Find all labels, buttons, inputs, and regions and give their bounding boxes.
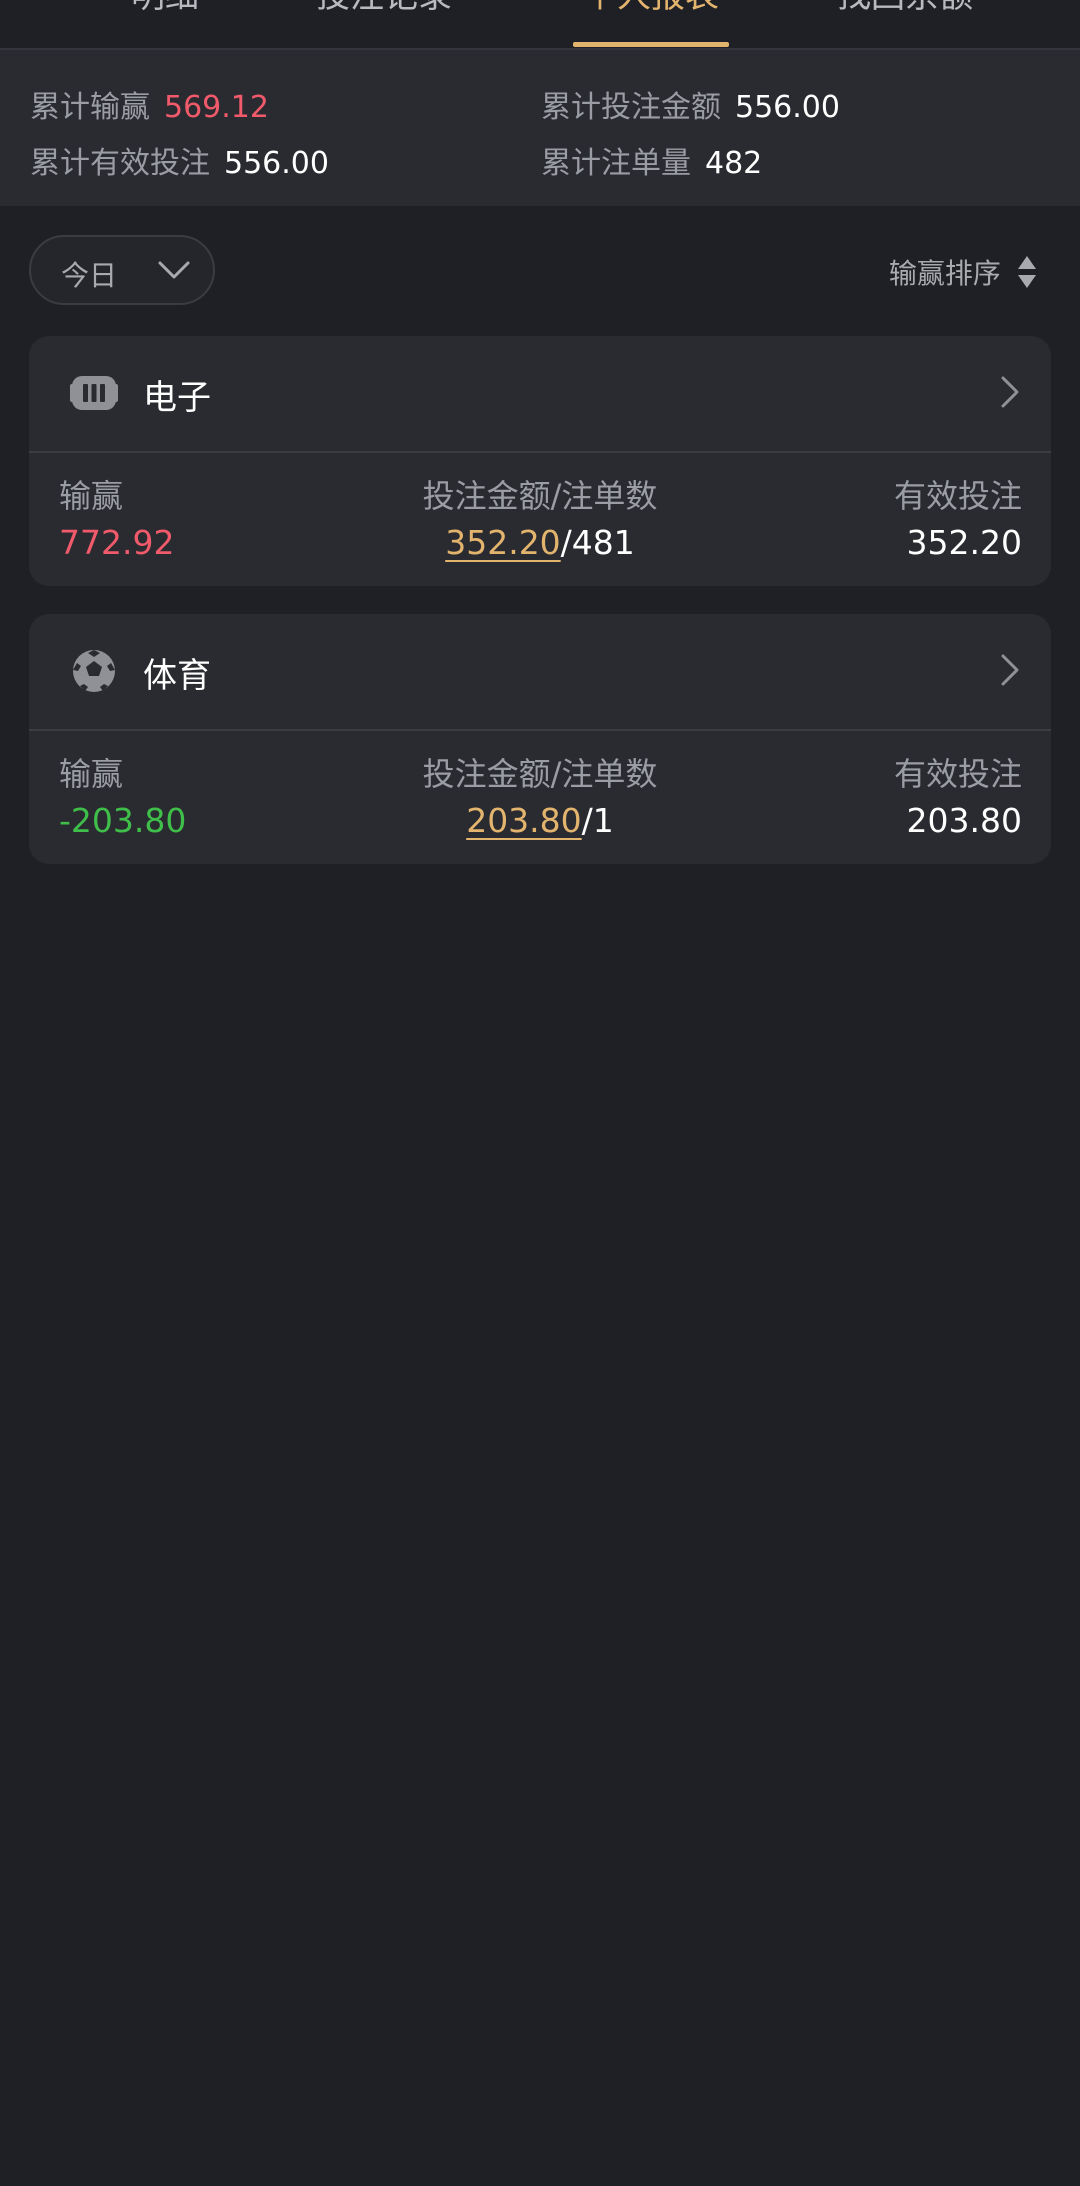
sort-arrows-icon [1018,256,1036,288]
summary-panel: 累计输赢 569.12 累计投注金额 556.00 累计有效投注 556.00 累计注… [0,50,1080,206]
tab-personal-report[interactable]: 个人报表 [583,0,719,17]
date-filter-label: 今日 [61,259,118,292]
summary-total-orders: 累计注单量 482 [541,138,762,182]
stat-value: -203.80 [59,801,187,840]
summary-value: 556.00 [224,146,329,181]
stat-label: 投注金额/注单数 [422,755,658,793]
summary-label: 累计注单量 [541,146,691,181]
summary-total-win-loss: 累计输赢 569.12 [30,82,269,126]
stat-label: 输赢 [59,755,124,793]
stat-label: 有效投注 [893,477,1022,515]
stat-label: 有效投注 [893,755,1022,793]
summary-total-valid-bet: 累计有效投注 556.00 [30,138,329,182]
stat-label: 输赢 [59,477,124,515]
summary-value: 556.00 [735,90,840,125]
soccer-ball-icon [73,650,115,692]
card-header[interactable]: 体育 [29,614,1051,731]
stat-value: 352.20 [906,523,1022,562]
bet-amount-link[interactable]: 203.80 [466,801,581,840]
active-tab-indicator [573,42,729,47]
order-count: /1 [581,801,614,840]
win-loss-stat: 输赢 -203.80 [59,749,186,840]
stat-value: 203.80 [906,801,1022,840]
bet-amount-stat: 投注金额/注单数 352.20/481 [423,471,658,562]
chevron-right-icon [1001,376,1019,408]
date-filter-dropdown[interactable]: 今日 [29,235,215,305]
card-title: 体育 [143,656,211,696]
win-loss-stat: 输赢 772.92 [59,471,174,562]
stat-value: 772.92 [59,523,175,562]
summary-value: 482 [705,146,763,181]
valid-bet-stat: 有效投注 203.80 [894,749,1022,840]
chevron-down-icon [158,261,190,279]
chevron-right-icon [1001,654,1019,686]
summary-label: 累计有效投注 [30,146,210,181]
summary-label: 累计输赢 [30,90,150,125]
tab-bet-records[interactable]: 投注记录 [316,0,452,17]
tab-bar: 明细 投注记录 个人报表 找回余额 [0,0,1080,50]
category-card-electronic: 电子 输赢 772.92 投注金额/注单数 352.20/481 有效投注 35… [29,336,1051,586]
card-title: 电子 [143,378,211,418]
summary-label: 累计投注金额 [541,90,721,125]
category-card-sports: 体育 输赢 -203.80 投注金额/注单数 203.80/1 有效投注 203… [29,614,1051,864]
valid-bet-stat: 有效投注 352.20 [894,471,1022,562]
sort-label: 输赢排序 [888,257,1001,290]
summary-total-bet: 累计投注金额 556.00 [541,82,840,126]
bet-amount-link[interactable]: 352.20 [445,523,560,562]
summary-value: 569.12 [164,90,269,125]
slot-machine-icon [70,376,118,410]
tab-recover-balance[interactable]: 找回余额 [837,0,973,17]
tab-details[interactable]: 明细 [131,0,199,17]
stat-label: 投注金额/注单数 [422,477,658,515]
order-count: /481 [560,523,635,562]
sort-button[interactable]: 输赢排序 [889,252,1038,292]
bet-amount-stat: 投注金额/注单数 203.80/1 [423,749,658,840]
card-header[interactable]: 电子 [29,336,1051,453]
